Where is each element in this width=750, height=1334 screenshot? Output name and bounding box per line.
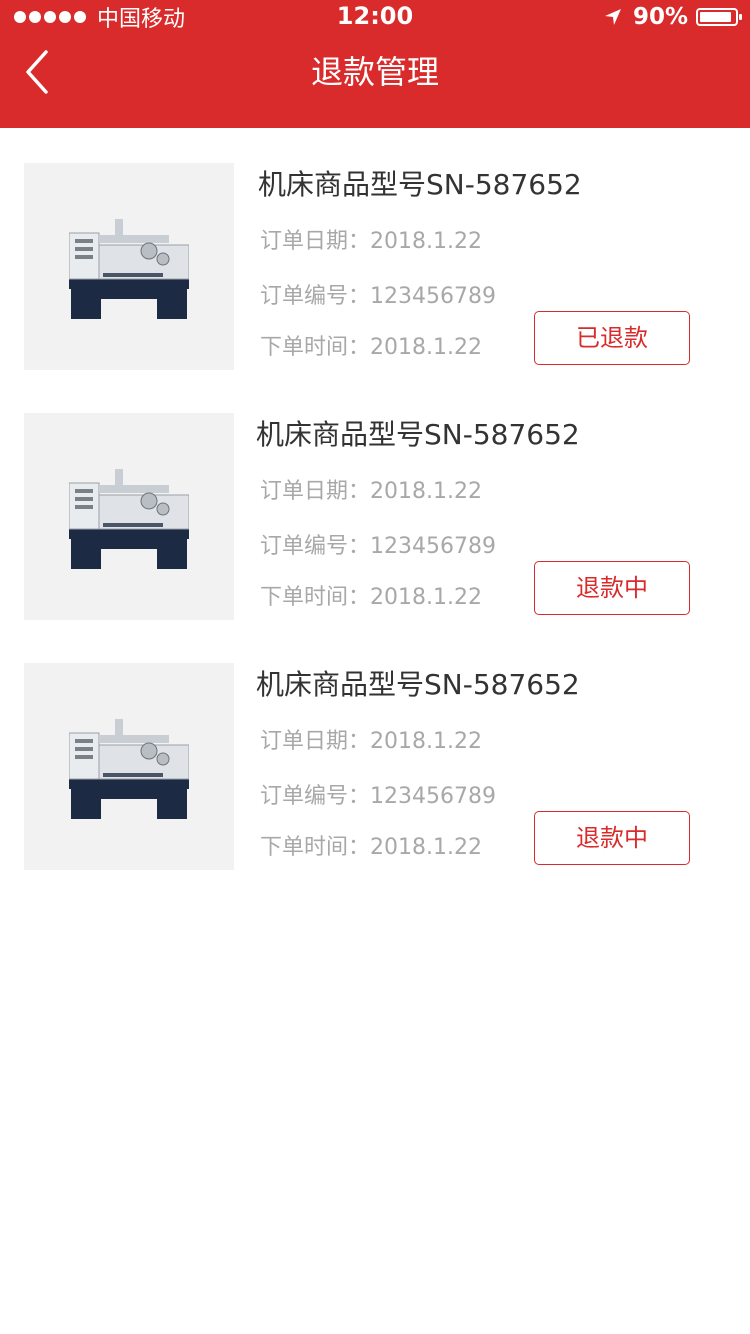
lathe-machine-image	[69, 469, 189, 569]
order-date-label: 订单日期：	[260, 479, 371, 504]
order-number-label: 订单编号：	[260, 784, 371, 809]
product-title[interactable]: 机床商品型号SN-587652	[258, 165, 582, 205]
order-time-value: 2018.1.22	[370, 335, 482, 360]
order-date-label: 订单日期：	[260, 229, 371, 254]
order-time-label: 下单时间：	[260, 335, 371, 360]
battery-icon	[696, 8, 742, 26]
order-time-value: 2018.1.22	[370, 585, 482, 610]
lathe-machine-image	[69, 719, 189, 819]
order-date-label: 订单日期：	[260, 729, 371, 754]
refund-status-button[interactable]: 已退款	[534, 311, 690, 365]
product-title[interactable]: 机床商品型号SN-587652	[256, 665, 580, 705]
order-number-label: 订单编号：	[260, 284, 371, 309]
order-number: 订单编号：123456789	[260, 782, 496, 812]
order-number-value: 123456789	[370, 284, 496, 309]
page-title: 退款管理	[310, 53, 439, 91]
order-time: 下单时间：2018.1.22	[260, 333, 482, 363]
refund-status-button[interactable]: 退款中	[534, 561, 690, 615]
order-number-value: 123456789	[370, 784, 496, 809]
navigation-bar: 退款管理	[0, 34, 750, 128]
order-number: 订单编号：123456789	[260, 282, 496, 312]
list-item[interactable]: 机床商品型号SN-587652 订单日期：2018.1.22 订单编号：1234…	[0, 413, 750, 621]
refund-status-button[interactable]: 退款中	[534, 811, 690, 865]
product-image	[24, 663, 234, 870]
battery-percent: 90%	[632, 4, 688, 30]
product-image	[24, 413, 234, 620]
order-number-label: 订单编号：	[260, 534, 371, 559]
order-date-value: 2018.1.22	[370, 229, 482, 254]
order-time: 下单时间：2018.1.22	[260, 833, 482, 863]
location-arrow-icon	[604, 9, 621, 25]
list-item[interactable]: 机床商品型号SN-587652 订单日期：2018.1.22 订单编号：1234…	[0, 663, 750, 871]
order-time: 下单时间：2018.1.22	[260, 583, 482, 613]
order-time-value: 2018.1.22	[370, 835, 482, 860]
order-date: 订单日期：2018.1.22	[260, 477, 482, 507]
product-image	[24, 163, 234, 370]
order-time-label: 下单时间：	[260, 585, 371, 610]
order-date-value: 2018.1.22	[370, 729, 482, 754]
product-title[interactable]: 机床商品型号SN-587652	[256, 415, 580, 455]
order-number-value: 123456789	[370, 534, 496, 559]
status-right: 90%	[603, 2, 742, 32]
order-date: 订单日期：2018.1.22	[260, 727, 482, 757]
order-date-value: 2018.1.22	[370, 479, 482, 504]
status-bar: 中国移动 12:00 90%	[0, 0, 750, 34]
list-item[interactable]: 机床商品型号SN-587652 订单日期：2018.1.22 订单编号：1234…	[0, 163, 750, 371]
order-date: 订单日期：2018.1.22	[260, 227, 482, 257]
lathe-machine-image	[69, 219, 189, 319]
order-time-label: 下单时间：	[260, 835, 371, 860]
order-number: 订单编号：123456789	[260, 532, 496, 562]
